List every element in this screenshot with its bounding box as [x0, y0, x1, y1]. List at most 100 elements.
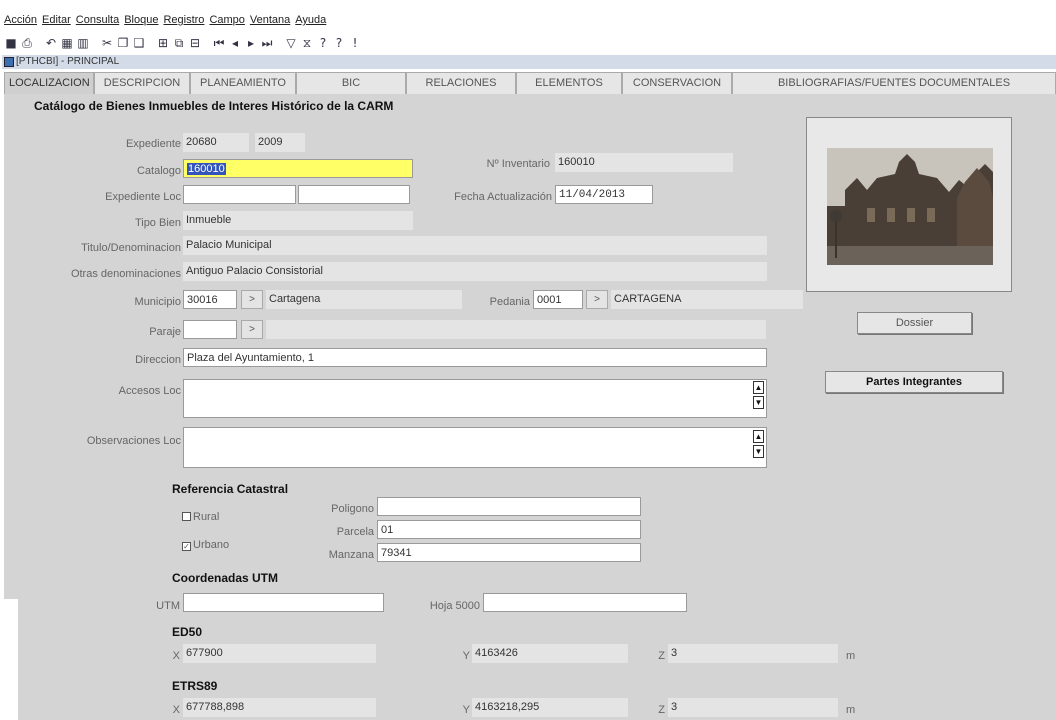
rural-checkbox[interactable]: Rural [182, 511, 219, 523]
municipio-code-field[interactable]: 30016 [183, 290, 237, 309]
menu-consulta[interactable]: Consulta [76, 14, 119, 30]
cut-icon[interactable]: ✂ [100, 35, 114, 51]
next-record-icon[interactable]: ▸ [244, 35, 258, 51]
catalogo-value: 160010 [187, 163, 226, 175]
ed50-x-label: X [172, 650, 180, 662]
tab-planeamiento[interactable]: PLANEAMIENTO [190, 72, 296, 94]
ed50-title: ED50 [172, 625, 203, 639]
catalogo-field[interactable]: 160010 [183, 159, 413, 178]
titulo-field[interactable]: Palacio Municipal [183, 236, 767, 255]
menu-campo[interactable]: Campo [209, 14, 244, 30]
etrs89-y-field[interactable]: 4163218,295 [472, 698, 628, 717]
municipio-lov-button[interactable]: > [241, 290, 263, 309]
paste-icon[interactable]: ❑ [132, 35, 146, 51]
duplicate-record-icon[interactable]: ⧉ [172, 35, 186, 51]
observaciones-loc-scroll[interactable]: ▲ ▼ [750, 430, 764, 464]
copy-icon[interactable]: ❐ [116, 35, 130, 51]
direccion-field[interactable]: Plaza del Ayuntamiento, 1 [183, 348, 767, 367]
expediente-loc-field-2[interactable] [298, 185, 410, 204]
etrs89-z-label: Z [658, 704, 665, 716]
menu-accion[interactable]: Acción [4, 14, 37, 30]
menu-ayuda[interactable]: Ayuda [295, 14, 326, 30]
parcela-field[interactable]: 01 [377, 520, 641, 539]
tab-elementos[interactable]: ELEMENTOS [516, 72, 622, 94]
insert-record-icon[interactable]: ⊞ [156, 35, 170, 51]
tab-localizacion[interactable]: LOCALIZACION [4, 72, 94, 94]
alert-icon[interactable]: ! [348, 35, 362, 51]
coordenadas-utm-title: Coordenadas UTM [172, 571, 279, 585]
rural-checkbox-box[interactable] [182, 512, 191, 521]
hoja-5000-field[interactable] [483, 593, 687, 612]
tipo-bien-field[interactable]: Inmueble [183, 211, 413, 230]
ed50-y-label: Y [462, 650, 470, 662]
tab-bic[interactable]: BIC [296, 72, 406, 94]
tab-bibliografias[interactable]: BIBLIOGRAFIAS/FUENTES DOCUMENTALES [732, 72, 1056, 94]
municipio-label: Municipio [134, 296, 181, 308]
tipo-bien-label: Tipo Bien [134, 217, 181, 229]
poligono-field[interactable] [377, 497, 641, 516]
rollback-icon[interactable]: ↶ [44, 35, 58, 51]
menu-editar[interactable]: Editar [42, 14, 71, 30]
accesos-loc-scroll[interactable]: ▲ ▼ [750, 381, 764, 415]
ed50-x-field[interactable]: 677900 [183, 644, 376, 663]
help-topics-icon[interactable]: ? [332, 35, 346, 51]
print-icon[interactable]: ⎙ [20, 35, 34, 51]
partes-integrantes-button[interactable]: Partes Integrantes [825, 371, 1003, 393]
accesos-loc-textarea[interactable] [183, 379, 767, 418]
scroll-down-icon[interactable]: ▼ [753, 396, 764, 409]
tab-descripcion[interactable]: DESCRIPCION [94, 72, 190, 94]
ed50-z-field[interactable]: 3 [668, 644, 838, 663]
tab-conservacion[interactable]: CONSERVACION [622, 72, 732, 94]
etrs89-z-field[interactable]: 3 [668, 698, 838, 717]
expediente-loc-field-1[interactable] [183, 185, 296, 204]
paraje-code-field[interactable] [183, 320, 237, 339]
observaciones-loc-textarea[interactable] [183, 427, 767, 468]
scroll-down-icon[interactable]: ▼ [753, 445, 764, 458]
last-record-icon[interactable]: ⏭ [260, 35, 274, 51]
menu-bloque[interactable]: Bloque [124, 14, 158, 30]
paraje-lov-button[interactable]: > [241, 320, 263, 339]
expediente-year-field[interactable]: 2009 [255, 133, 305, 152]
referencia-catastral-title: Referencia Catastral [172, 482, 289, 496]
previous-record-icon[interactable]: ◂ [228, 35, 242, 51]
inventario-label: Nº Inventario [486, 158, 550, 170]
manzana-field[interactable]: 79341 [377, 543, 641, 562]
help-icon[interactable]: ? [316, 35, 330, 51]
section-title: Catálogo de Bienes Inmuebles de Interes … [34, 99, 394, 113]
calculator-icon[interactable]: ▦ [60, 35, 74, 51]
etrs89-y-label: Y [462, 704, 470, 716]
hoja-5000-label: Hoja 5000 [429, 600, 480, 612]
scroll-up-icon[interactable]: ▲ [753, 430, 764, 443]
pedania-name-field[interactable]: CARTAGENA [611, 290, 803, 309]
parcela-label: Parcela [336, 526, 374, 538]
pedania-lov-button[interactable]: > [586, 290, 608, 309]
menu-registro[interactable]: Registro [163, 14, 204, 30]
tab-relaciones[interactable]: RELACIONES [406, 72, 516, 94]
etrs89-x-field[interactable]: 677788,898 [183, 698, 376, 717]
otras-denominaciones-field[interactable]: Antiguo Palacio Consistorial [183, 262, 767, 281]
inventario-field[interactable]: 160010 [555, 153, 733, 172]
save-icon[interactable]: ■ [4, 35, 18, 51]
ed50-y-field[interactable]: 4163426 [472, 644, 628, 663]
expediente-number-field[interactable]: 20680 [183, 133, 249, 152]
pedania-code-field[interactable]: 0001 [533, 290, 583, 309]
paraje-name-field[interactable] [266, 320, 766, 339]
query-icon[interactable]: ▥ [76, 35, 90, 51]
cancel-query-icon[interactable]: ⧖ [300, 35, 314, 51]
window-title-bar: [PTHCBI] - PRINCIPAL [2, 55, 1056, 69]
first-record-icon[interactable]: ⏮ [212, 35, 226, 51]
menu-bar: Acción Editar Consulta Bloque Registro C… [4, 14, 326, 30]
enter-query-icon[interactable]: ▽ [284, 35, 298, 51]
panel-left-edge [4, 94, 18, 599]
menu-ventana[interactable]: Ventana [250, 14, 290, 30]
scroll-up-icon[interactable]: ▲ [753, 381, 764, 394]
expediente-loc-label: Expediente Loc [105, 191, 181, 203]
check-icon[interactable]: ✓ [182, 542, 191, 551]
municipio-name-field[interactable]: Cartagena [266, 290, 462, 309]
dossier-button[interactable]: Dossier [857, 312, 972, 334]
pedania-label: Pedania [489, 296, 530, 308]
utm-field[interactable] [183, 593, 384, 612]
delete-record-icon[interactable]: ⊟ [188, 35, 202, 51]
urbano-checkbox[interactable]: ✓ Urbano [182, 539, 229, 551]
fecha-actualizacion-field[interactable]: 11/04/2013 [555, 185, 653, 204]
